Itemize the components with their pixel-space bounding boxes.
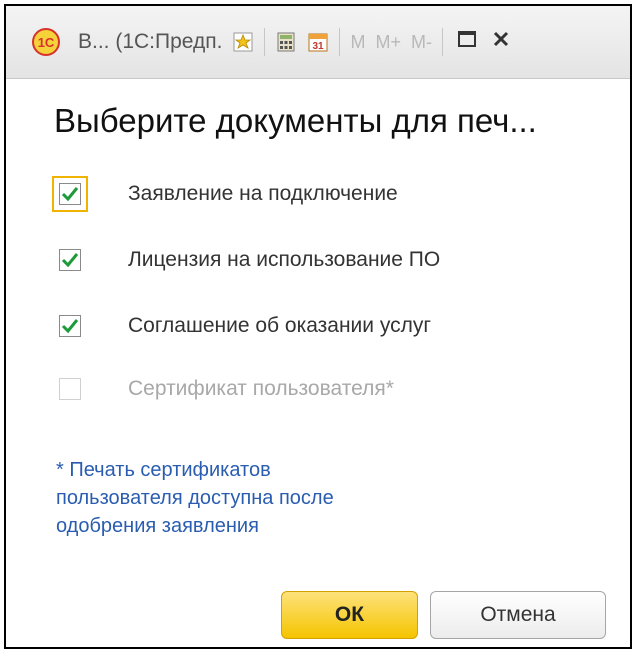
option-label: Заявление на подключение <box>128 182 398 205</box>
toolbar-separator <box>441 28 443 56</box>
note-line: одобрения заявления <box>56 515 259 537</box>
toolbar-separator <box>264 28 266 56</box>
cancel-button[interactable]: Отмена <box>430 591 606 639</box>
option-license[interactable]: Лицензия на использование ПО <box>52 242 440 278</box>
window-title: В... (1С:Предп. <box>78 30 223 53</box>
dialog-window: 1С В... (1С:Предп. 31 M M+ M- Выберите д… <box>4 4 632 649</box>
close-icon[interactable] <box>491 29 511 55</box>
note-line: * Печать сертификатов <box>56 459 271 481</box>
checkbox-frame <box>52 371 88 407</box>
option-label: Сертификат пользователя* <box>128 377 394 400</box>
option-application[interactable]: Заявление на подключение <box>52 176 398 212</box>
option-label: Соглашение об оказании услуг <box>128 314 432 337</box>
checkbox-license[interactable] <box>59 249 81 271</box>
svg-text:31: 31 <box>313 41 325 52</box>
note-line: пользователя доступна после <box>56 487 334 509</box>
checkmark-icon <box>61 187 79 202</box>
memory-minus-button[interactable]: M- <box>411 32 432 53</box>
calculator-icon[interactable] <box>275 31 297 53</box>
dialog-heading: Выберите документы для печ... <box>54 102 537 139</box>
checkbox-focus-frame[interactable] <box>52 176 88 212</box>
app-logo-icon[interactable]: 1С <box>32 28 60 56</box>
checkmark-icon <box>61 319 79 334</box>
title-bar: 1С В... (1С:Предп. 31 M M+ M- <box>6 6 630 79</box>
memory-plus-button[interactable]: M+ <box>375 32 401 53</box>
calendar-icon[interactable]: 31 <box>307 31 329 53</box>
ok-button[interactable]: ОК <box>281 591 418 639</box>
option-certificate: Сертификат пользователя* <box>52 371 394 407</box>
favorite-star-icon[interactable] <box>232 31 254 53</box>
option-agreement[interactable]: Соглашение об оказании услуг <box>52 308 431 344</box>
checkbox-certificate <box>59 378 81 400</box>
checkmark-icon <box>61 253 79 268</box>
option-label: Лицензия на использование ПО <box>128 248 441 271</box>
toolbar-separator <box>339 28 341 56</box>
maximize-icon[interactable] <box>457 29 477 55</box>
checkbox-frame <box>52 242 88 278</box>
certificate-note: * Печать сертификатов пользователя досту… <box>56 456 416 540</box>
memory-button[interactable]: M <box>350 32 365 53</box>
checkbox-agreement[interactable] <box>59 315 81 337</box>
checkbox-application[interactable] <box>59 183 81 205</box>
checkbox-frame <box>52 308 88 344</box>
